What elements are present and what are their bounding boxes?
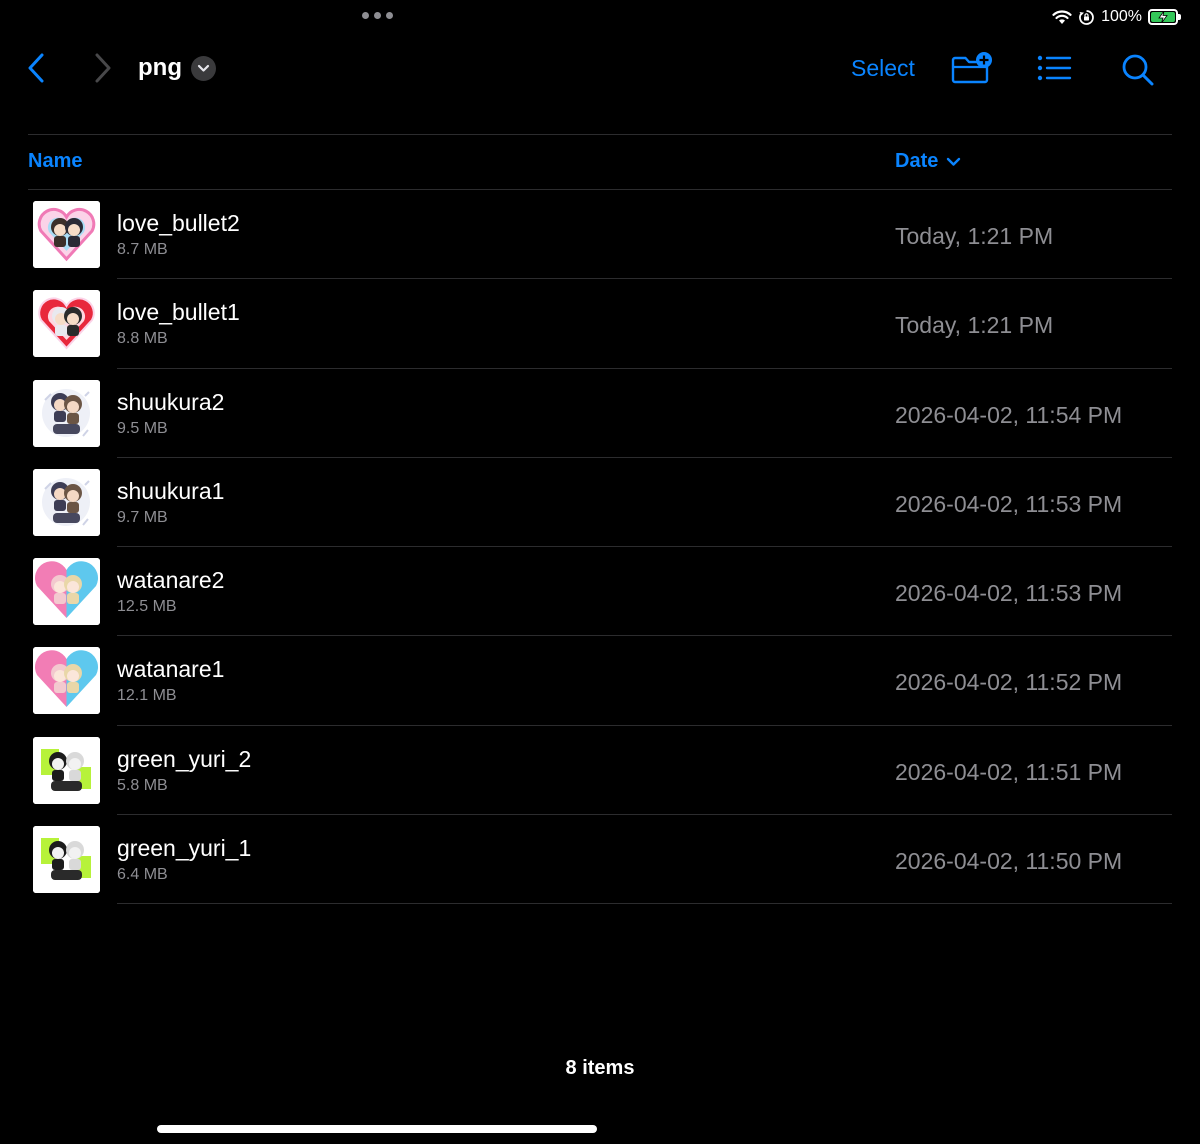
file-name: green_yuri_1 <box>117 835 252 862</box>
file-row[interactable]: shuukura2 9.5 MB 2026-04-02, 11:54 PM <box>0 369 1200 458</box>
file-thumbnail <box>33 736 100 804</box>
column-header: Name Date <box>0 150 1200 176</box>
orientation-lock-icon <box>1079 9 1094 25</box>
name-column-header[interactable]: Name <box>28 150 82 173</box>
search-icon[interactable] <box>1120 52 1156 88</box>
file-date: 2026-04-02, 11:53 PM <box>895 580 1123 607</box>
file-row[interactable]: love_bullet1 8.8 MB Today, 1:21 PM <box>0 279 1200 369</box>
file-row[interactable]: green_yuri_1 6.4 MB 2026-04-02, 11:50 PM <box>0 815 1200 905</box>
file-thumbnail <box>33 379 100 447</box>
file-name: watanare1 <box>117 656 225 683</box>
row-divider <box>117 903 1172 905</box>
new-folder-icon[interactable] <box>950 50 994 84</box>
forward-chevron-icon[interactable] <box>92 52 114 84</box>
title-chevron-down-icon[interactable] <box>191 56 216 81</box>
header-divider <box>28 134 1172 135</box>
home-indicator[interactable] <box>157 1125 597 1133</box>
file-size: 5.8 MB <box>117 776 168 794</box>
file-row[interactable]: watanare1 12.1 MB 2026-04-02, 11:52 PM <box>0 636 1200 726</box>
select-button[interactable]: Select <box>851 55 915 82</box>
file-date: Today, 1:21 PM <box>895 223 1054 249</box>
file-thumbnail <box>33 558 100 626</box>
file-date: Today, 1:21 PM <box>895 312 1054 339</box>
navigation-bar: png Select <box>0 44 1200 94</box>
file-row[interactable]: shuukura1 9.7 MB 2026-04-02, 11:53 PM <box>0 458 1200 548</box>
file-row[interactable]: watanare2 12.5 MB 2026-04-02, 11:53 PM <box>0 547 1200 637</box>
file-name: love_bullet1 <box>117 299 240 326</box>
file-name: watanare2 <box>117 567 225 594</box>
file-name: love_bullet2 <box>117 210 240 236</box>
file-thumbnail <box>33 201 100 268</box>
date-column-label: Date <box>895 150 939 172</box>
multitasking-dots-icon[interactable] <box>362 12 393 19</box>
file-date: 2026-04-02, 11:54 PM <box>895 401 1123 428</box>
file-date: 2026-04-02, 11:53 PM <box>895 490 1123 517</box>
file-thumbnail <box>33 290 100 358</box>
sort-chevron-down-icon <box>947 157 961 166</box>
file-size: 12.1 MB <box>117 687 177 705</box>
file-size: 8.8 MB <box>117 330 168 348</box>
file-thumbnail <box>33 647 100 715</box>
back-chevron-icon[interactable] <box>26 52 48 84</box>
item-count: 8 items <box>565 1057 635 1079</box>
file-size: 8.7 MB <box>117 241 168 258</box>
file-size: 12.5 MB <box>117 598 177 616</box>
list-view-icon[interactable] <box>1036 54 1072 82</box>
file-date: 2026-04-02, 11:50 PM <box>895 848 1123 875</box>
file-date: 2026-04-02, 11:51 PM <box>895 758 1123 785</box>
file-name: shuukura1 <box>117 477 225 504</box>
file-list: love_bullet2 8.7 MB Today, 1:21 PM love_… <box>0 190 1200 905</box>
date-column-header[interactable]: Date <box>895 150 961 173</box>
file-name: shuukura2 <box>117 388 225 415</box>
wifi-icon <box>1052 9 1072 24</box>
battery-percentage: 100% <box>1101 8 1142 25</box>
file-row[interactable]: green_yuri_2 5.8 MB 2026-04-02, 11:51 PM <box>0 726 1200 816</box>
file-row[interactable]: love_bullet2 8.7 MB Today, 1:21 PM <box>0 190 1200 280</box>
file-date: 2026-04-02, 11:52 PM <box>895 669 1123 696</box>
battery-charging-icon <box>1148 9 1181 25</box>
file-name: green_yuri_2 <box>117 745 252 772</box>
file-size: 6.4 MB <box>117 866 168 884</box>
folder-title[interactable]: png <box>138 54 182 82</box>
file-size: 9.5 MB <box>117 419 168 437</box>
file-thumbnail <box>33 468 100 536</box>
file-thumbnail <box>33 826 100 894</box>
status-bar: 100% <box>1052 6 1181 28</box>
file-size: 9.7 MB <box>117 508 168 526</box>
